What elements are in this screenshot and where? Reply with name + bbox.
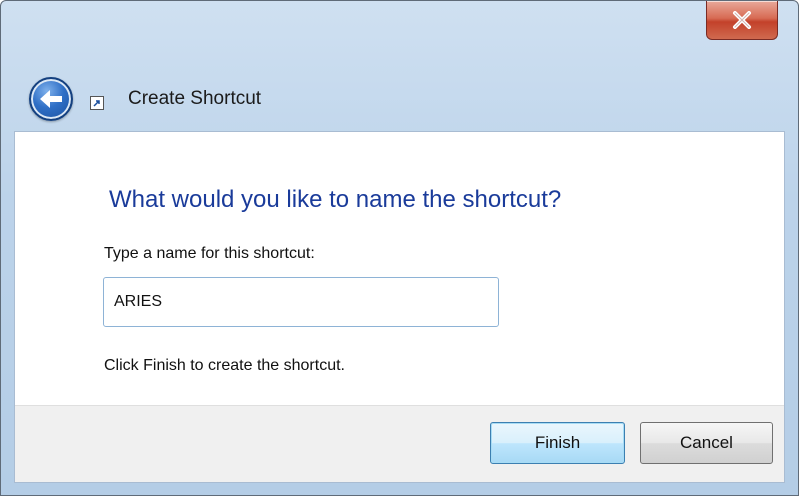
- finish-hint: Click Finish to create the shortcut.: [104, 357, 345, 374]
- close-button[interactable]: [706, 1, 778, 40]
- back-arrow-icon: [40, 90, 62, 108]
- name-field-label: Type a name for this shortcut:: [104, 245, 315, 262]
- window-title: Create Shortcut: [128, 88, 262, 109]
- dialog-header: Create Shortcut: [15, 71, 784, 127]
- cancel-button[interactable]: Cancel: [640, 422, 773, 464]
- shortcut-name-input[interactable]: [103, 277, 499, 327]
- back-button[interactable]: [29, 77, 73, 121]
- close-icon: [733, 11, 751, 29]
- finish-button[interactable]: Finish: [490, 422, 625, 464]
- dialog-window: Create Shortcut What would you like to n…: [0, 0, 799, 496]
- dialog-content: What would you like to name the shortcut…: [14, 131, 785, 483]
- shortcut-icon: [90, 96, 104, 110]
- dialog-footer: Finish Cancel: [15, 405, 784, 482]
- page-heading: What would you like to name the shortcut…: [109, 186, 562, 213]
